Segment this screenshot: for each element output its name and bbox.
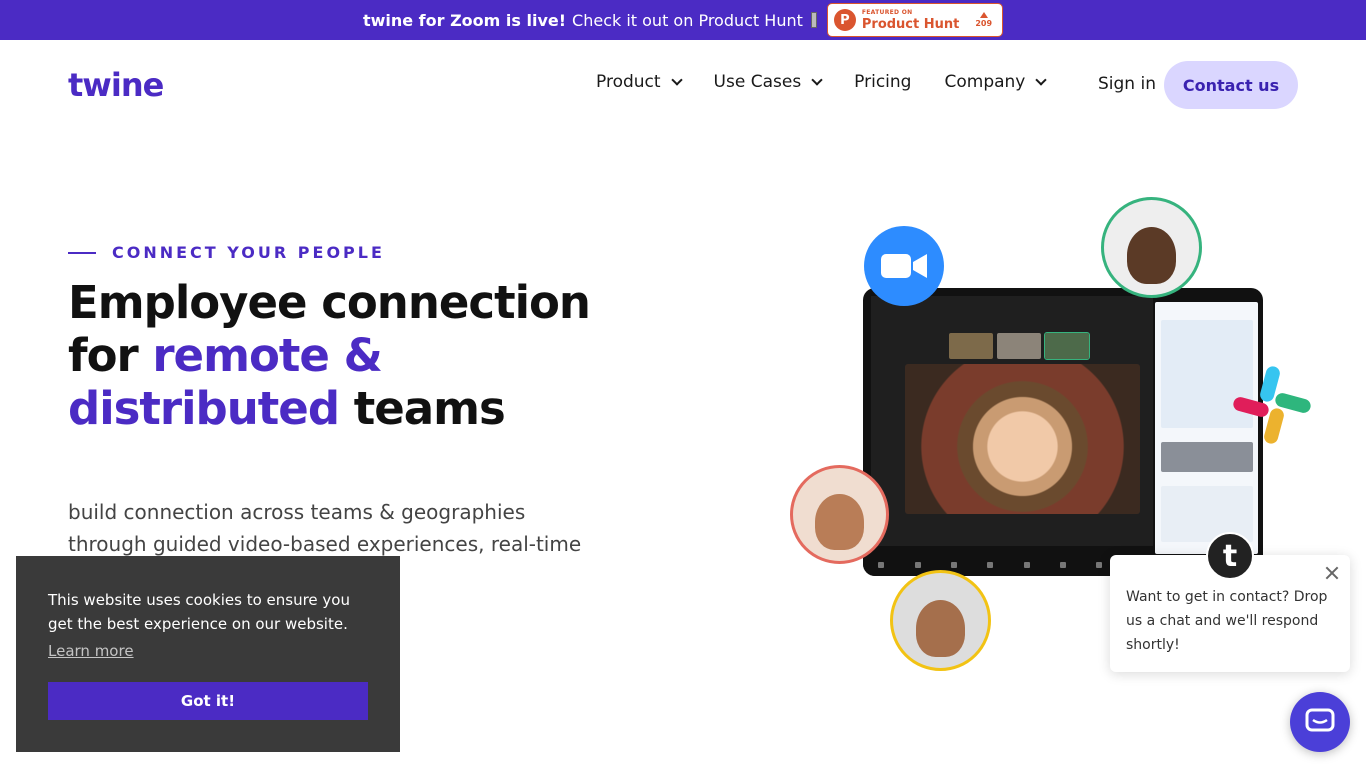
announcement-banner[interactable]: twine for Zoom is live! Check it out on … — [0, 0, 1366, 40]
chat-launcher-button[interactable] — [1290, 692, 1350, 752]
learn-more-link[interactable]: Learn more — [48, 642, 134, 660]
avatar-face — [915, 599, 966, 657]
participant-thumb — [997, 333, 1041, 359]
contact-us-button[interactable]: Contact us — [1164, 61, 1298, 109]
chevron-down-icon — [811, 73, 823, 86]
banner-bold-text: twine for Zoom is live! — [362, 10, 567, 30]
hero-headline: Employee connection for remote & distrib… — [68, 276, 628, 435]
got-it-button[interactable]: Got it! — [48, 682, 368, 720]
eyebrow-text: CONNECT YOUR PEOPLE — [112, 243, 385, 262]
nav-item-pricing[interactable]: Pricing — [854, 72, 911, 92]
avatar-face — [815, 494, 864, 550]
avatar — [890, 570, 991, 671]
chevron-down-icon — [670, 73, 683, 86]
participant-thumb — [949, 333, 993, 359]
nav-item-company[interactable]: Company — [944, 72, 1048, 92]
chevron-down-icon — [1035, 73, 1048, 86]
ph-name-label: Product Hunt — [861, 16, 960, 32]
nav-item-use-cases[interactable]: Use Cases — [713, 72, 823, 92]
ph-vote-count: 209 — [975, 18, 993, 28]
slack-icon — [1233, 366, 1311, 444]
upvote-icon — [979, 11, 988, 18]
product-hunt-icon: P — [833, 9, 856, 31]
sign-in-link[interactable]: Sign in — [1098, 74, 1156, 94]
cookie-message: This website uses cookies to ensure you … — [48, 591, 350, 633]
headline-part2: teams — [339, 382, 506, 435]
zoom-camera-icon — [864, 226, 944, 306]
eyebrow-line — [68, 251, 96, 254]
twine-logo[interactable]: twine — [68, 66, 164, 104]
product-hunt-badge[interactable]: P FEATURED ON Product Hunt 209 — [826, 3, 1004, 37]
chat-message: Want to get in contact? Drop us a chat a… — [1126, 589, 1328, 653]
chat-icon — [1305, 708, 1335, 732]
avatar — [1101, 197, 1202, 298]
main-nav: Product Use Cases Pricing Company — [596, 72, 1078, 92]
hero-eyebrow: CONNECT YOUR PEOPLE — [68, 243, 385, 262]
avatar — [790, 465, 889, 564]
nav-label: Product — [596, 72, 661, 92]
close-icon[interactable] — [1324, 565, 1340, 581]
banner-divider — [810, 12, 817, 28]
nav-label: Pricing — [854, 72, 912, 92]
nav-item-product[interactable]: Product — [596, 72, 683, 92]
participant-thumbnails — [949, 332, 1090, 360]
banner-text: Check it out on Product Hunt — [572, 10, 803, 30]
zoom-app-mockup — [863, 288, 1263, 576]
cookie-banner: This website uses cookies to ensure you … — [16, 556, 400, 752]
ph-votes: 209 — [975, 11, 993, 29]
participant-thumb — [1044, 332, 1090, 360]
chat-agent-avatar: t — [1206, 532, 1254, 580]
ph-featured-label: FEATURED ON — [861, 8, 913, 16]
avatar-face — [1126, 226, 1177, 284]
nav-label: Use Cases — [713, 72, 802, 92]
main-participant-video — [905, 364, 1140, 514]
nav-label: Company — [944, 72, 1026, 92]
